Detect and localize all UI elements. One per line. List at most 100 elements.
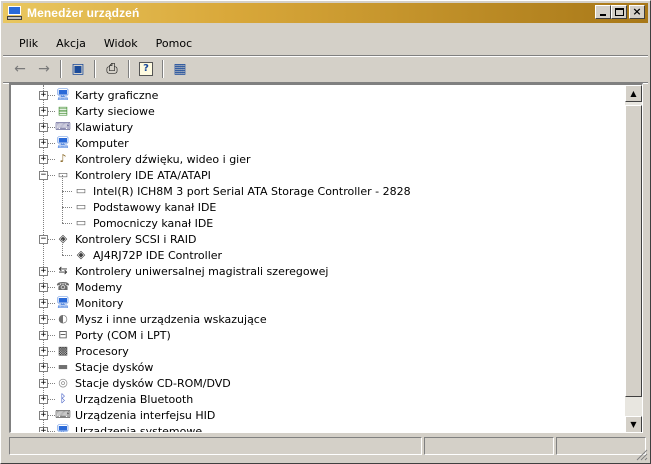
tree-category-item[interactable]: ⊟ Porty (COM i LPT) <box>55 327 172 343</box>
expand-icon[interactable]: + <box>39 411 48 420</box>
forward-icon: → <box>38 61 50 77</box>
tree-connector-line <box>62 239 63 255</box>
scroll-up-button[interactable]: ▲ <box>625 85 642 102</box>
tree-category-item[interactable]: 🖥 Monitory <box>55 295 124 311</box>
tree-item-label: Kontrolery dźwięku, wideo i gier <box>75 152 251 166</box>
expand-icon[interactable]: + <box>39 379 48 388</box>
toolbar: ← → ▣ ⎙ ? ▦ <box>9 58 191 80</box>
collapse-icon[interactable]: − <box>39 235 48 244</box>
device-category-icon: ⊟ <box>58 328 68 341</box>
tree-category-item[interactable]: 🖥 Karty graficzne <box>55 87 159 103</box>
tree-category-item[interactable]: ⌨ Klawiatury <box>55 119 134 135</box>
tree-connector-line <box>62 223 72 224</box>
tree-category-item[interactable]: ◐ Mysz i inne urządzenia wskazujące <box>55 311 268 327</box>
tree-item-label: Komputer <box>75 136 129 150</box>
tree-category-item[interactable]: ▬ Stacje dysków <box>55 359 154 375</box>
expand-icon[interactable]: + <box>39 123 48 132</box>
tree-connector-line <box>62 255 72 256</box>
device-category-icon: ⇆ <box>58 264 68 277</box>
tree-device-item[interactable]: ▭ Pomocniczy kanał IDE <box>73 215 214 231</box>
close-icon: × <box>632 5 642 18</box>
tree-category-item[interactable]: ☎ Modemy <box>55 279 123 295</box>
minimize-button[interactable] <box>595 5 611 19</box>
menu-file[interactable]: Plik <box>13 35 44 52</box>
expand-icon[interactable]: + <box>39 315 48 324</box>
menu-view[interactable]: Widok <box>98 35 144 52</box>
title-bar[interactable]: Menedżer urządzeń × <box>3 3 648 23</box>
tree-category-item[interactable]: 🖥 Komputer <box>55 135 130 151</box>
scan-hardware-button[interactable]: ▦ <box>169 59 191 79</box>
expand-icon[interactable]: + <box>39 427 48 432</box>
properties-icon: ? <box>139 62 153 76</box>
properties-button[interactable]: ? <box>135 59 157 79</box>
expand-icon[interactable]: + <box>39 395 48 404</box>
forward-button[interactable]: → <box>33 59 55 79</box>
device-category-icon: ⌨ <box>55 408 71 421</box>
tree-device-item[interactable]: ▭ Intel(R) ICH8M 3 port Serial ATA Storag… <box>73 183 412 199</box>
toolbar-separator <box>94 60 96 78</box>
vertical-scrollbar[interactable]: ▲ ▼ <box>625 85 642 432</box>
device-category-icon: ▤ <box>57 104 69 117</box>
maximize-button[interactable] <box>611 5 627 19</box>
expand-icon[interactable]: + <box>39 91 48 100</box>
device-category-icon: ♪ <box>59 152 67 165</box>
tree-device-item[interactable]: ▭ Podstawowy kanał IDE <box>73 199 217 215</box>
expand-icon[interactable]: + <box>39 155 48 164</box>
tree-item-label: Kontrolery IDE ATA/ATAPI <box>75 168 211 182</box>
collapse-icon[interactable]: − <box>39 171 48 180</box>
expand-icon[interactable]: + <box>39 107 48 116</box>
tree-category-item[interactable]: ▩ Procesory <box>55 343 130 359</box>
tree-category-item[interactable]: ◈ Kontrolery SCSI i RAID <box>55 231 197 247</box>
status-bar <box>9 437 646 455</box>
tree-category-item[interactable]: ▭ Kontrolery IDE ATA/ATAPI <box>55 167 212 183</box>
tree-category-item[interactable]: ♪ Kontrolery dźwięku, wideo i gier <box>55 151 252 167</box>
tree-item-label: Mysz i inne urządzenia wskazujące <box>75 312 267 326</box>
device-category-icon: ▭ <box>75 184 87 197</box>
tree-category-item[interactable]: ◎ Stacje dysków CD-ROM/DVD <box>55 375 232 391</box>
tree-category-item[interactable]: ᛒ Urządzenia Bluetooth <box>55 391 194 407</box>
menu-action[interactable]: Akcja <box>50 35 92 52</box>
expand-icon[interactable]: + <box>39 331 48 340</box>
tree-item-label: Stacje dysków <box>75 360 154 374</box>
print-button[interactable]: ⎙ <box>101 59 123 79</box>
tree-item-label: AJ4RJ72P IDE Controller <box>93 248 223 262</box>
expand-icon[interactable]: + <box>39 363 48 372</box>
tree-item-label: Karty graficzne <box>75 88 159 102</box>
window-title: Menedżer urządzeń <box>27 6 140 20</box>
tree-category-item[interactable]: ▤ Karty sieciowe <box>55 103 156 119</box>
tree-device-item[interactable]: ◈ AJ4RJ72P IDE Controller <box>73 247 223 263</box>
status-panel-main <box>9 437 422 455</box>
toolbar-separator <box>60 60 62 78</box>
tree-connector-line <box>62 207 63 223</box>
show-hide-tree-icon: ▣ <box>71 61 85 77</box>
close-button[interactable]: × <box>629 5 645 19</box>
back-button[interactable]: ← <box>9 59 31 79</box>
tree-item-label: Kontrolery uniwersalnej magistrali szere… <box>75 264 329 278</box>
tree-item-label: Karty sieciowe <box>75 104 155 118</box>
expand-icon[interactable]: + <box>39 267 48 276</box>
tree-item-label: Stacje dysków CD-ROM/DVD <box>75 376 231 390</box>
scroll-thumb[interactable] <box>625 105 642 397</box>
minimize-icon <box>600 14 606 16</box>
expand-icon[interactable]: + <box>39 299 48 308</box>
device-category-icon: ▭ <box>75 200 87 213</box>
expand-icon[interactable]: + <box>39 347 48 356</box>
show-hide-tree-button[interactable]: ▣ <box>67 59 89 79</box>
tree-item-label: Pomocniczy kanał IDE <box>93 216 214 230</box>
expand-icon[interactable]: + <box>39 139 48 148</box>
device-category-icon: ◐ <box>58 312 68 325</box>
device-tree-pane[interactable]: + 🖥 Karty graficzne + ▤ Karty sieciowe + ⌨ Klawi… <box>9 83 643 433</box>
resize-grip-icon[interactable] <box>636 449 648 461</box>
device-manager-window: Menedżer urządzeń × Plik Akcja Widok Pom… <box>0 0 651 464</box>
scroll-down-button[interactable]: ▼ <box>625 416 642 432</box>
scroll-up-icon: ▲ <box>630 89 637 98</box>
tree-category-item[interactable]: ⇆ Kontrolery uniwersalnej magistrali szer… <box>55 263 329 279</box>
device-tree[interactable]: + 🖥 Karty graficzne + ▤ Karty sieciowe + ⌨ Klawi… <box>11 85 625 433</box>
status-panel-tertiary <box>556 437 646 455</box>
menu-help[interactable]: Pomoc <box>150 35 198 52</box>
device-category-icon: 🖥 <box>56 88 70 101</box>
tree-category-item[interactable]: ⌨ Urządzenia interfejsu HID <box>55 407 216 423</box>
expand-icon[interactable]: + <box>39 283 48 292</box>
tree-category-item[interactable]: 🖥 Urządzenia systemowe <box>55 423 203 433</box>
toolbar-separator <box>128 60 130 78</box>
